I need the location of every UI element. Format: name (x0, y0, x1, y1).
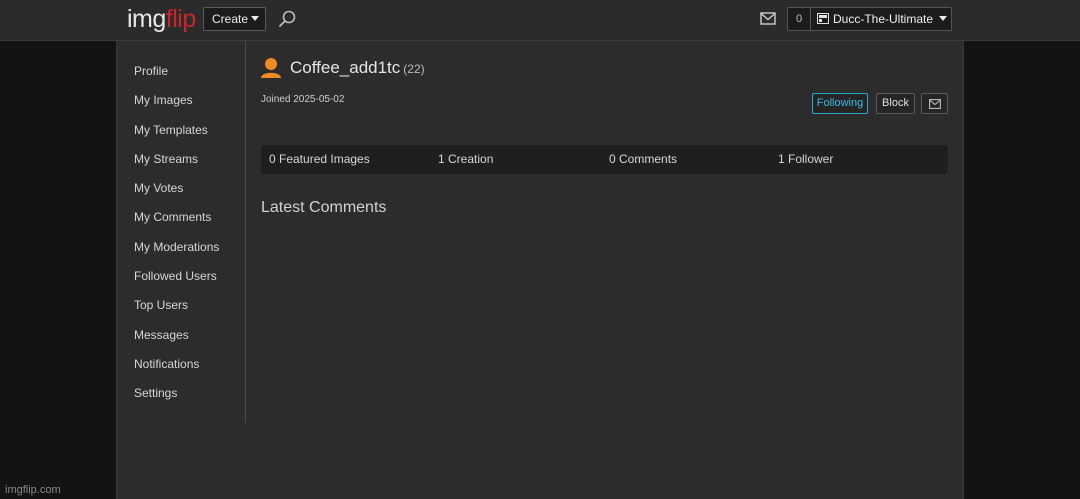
following-button[interactable]: Following (812, 93, 868, 114)
sidebar-item-followed-users[interactable]: Followed Users (134, 269, 217, 283)
profile-points: (22) (403, 62, 425, 76)
sidebar-nav: Profile My Images My Templates My Stream… (117, 41, 246, 423)
create-dropdown-button[interactable]: Create (203, 7, 266, 31)
mail-icon[interactable] (760, 12, 776, 25)
stat-featured-images[interactable]: 0 Featured Images (269, 145, 370, 174)
stat-comments[interactable]: 0 Comments (609, 145, 677, 174)
caret-down-icon (251, 16, 260, 22)
stat-followers[interactable]: 1 Follower (778, 145, 833, 174)
mail-icon (929, 99, 941, 109)
search-icon[interactable] (277, 9, 297, 29)
sidebar-item-my-comments[interactable]: My Comments (134, 210, 211, 224)
profile-content: Coffee_add1tc (22) Joined 2025-05-02 Foll… (261, 41, 948, 499)
footer-brand: imgflip.com (5, 484, 61, 496)
sidebar-item-top-users[interactable]: Top Users (134, 298, 188, 312)
imgflip-logo[interactable]: imgflip (127, 5, 196, 33)
sidebar-item-my-images[interactable]: My Images (134, 93, 193, 107)
sidebar-item-my-streams[interactable]: My Streams (134, 152, 198, 166)
sidebar-item-my-templates[interactable]: My Templates (134, 123, 208, 137)
sidebar-item-messages[interactable]: Messages (134, 328, 189, 342)
sidebar-item-my-moderations[interactable]: My Moderations (134, 240, 219, 254)
user-menu-label: Ducc-The-Ultimate (833, 12, 934, 26)
latest-comments-heading: Latest Comments (261, 199, 387, 216)
profile-stats-bar: 0 Featured Images 1 Creation 0 Comments … (261, 145, 948, 174)
profile-username-text: Coffee_add1tc (290, 58, 401, 77)
block-button[interactable]: Block (876, 93, 915, 114)
user-avatar-icon (817, 13, 829, 25)
sidebar-item-my-votes[interactable]: My Votes (134, 181, 183, 195)
sidebar-item-settings[interactable]: Settings (134, 386, 177, 400)
joined-date: Joined 2025-05-02 (261, 94, 345, 105)
sidebar-item-profile[interactable]: Profile (134, 64, 168, 78)
top-navbar: imgflip Create 0 Ducc-The-Ultimate (0, 0, 1080, 41)
sidebar-item-notifications[interactable]: Notifications (134, 357, 199, 371)
create-label: Create (212, 12, 249, 26)
main-panel: Profile My Images My Templates My Stream… (116, 41, 964, 499)
stat-creations[interactable]: 1 Creation (438, 145, 493, 174)
user-icon (261, 58, 281, 78)
user-menu-button[interactable]: Ducc-The-Ultimate (810, 7, 952, 31)
caret-down-icon (939, 16, 948, 22)
notification-count-badge[interactable]: 0 (787, 7, 811, 31)
message-user-button[interactable] (921, 93, 948, 114)
profile-username: Coffee_add1tc (22) (290, 58, 425, 78)
